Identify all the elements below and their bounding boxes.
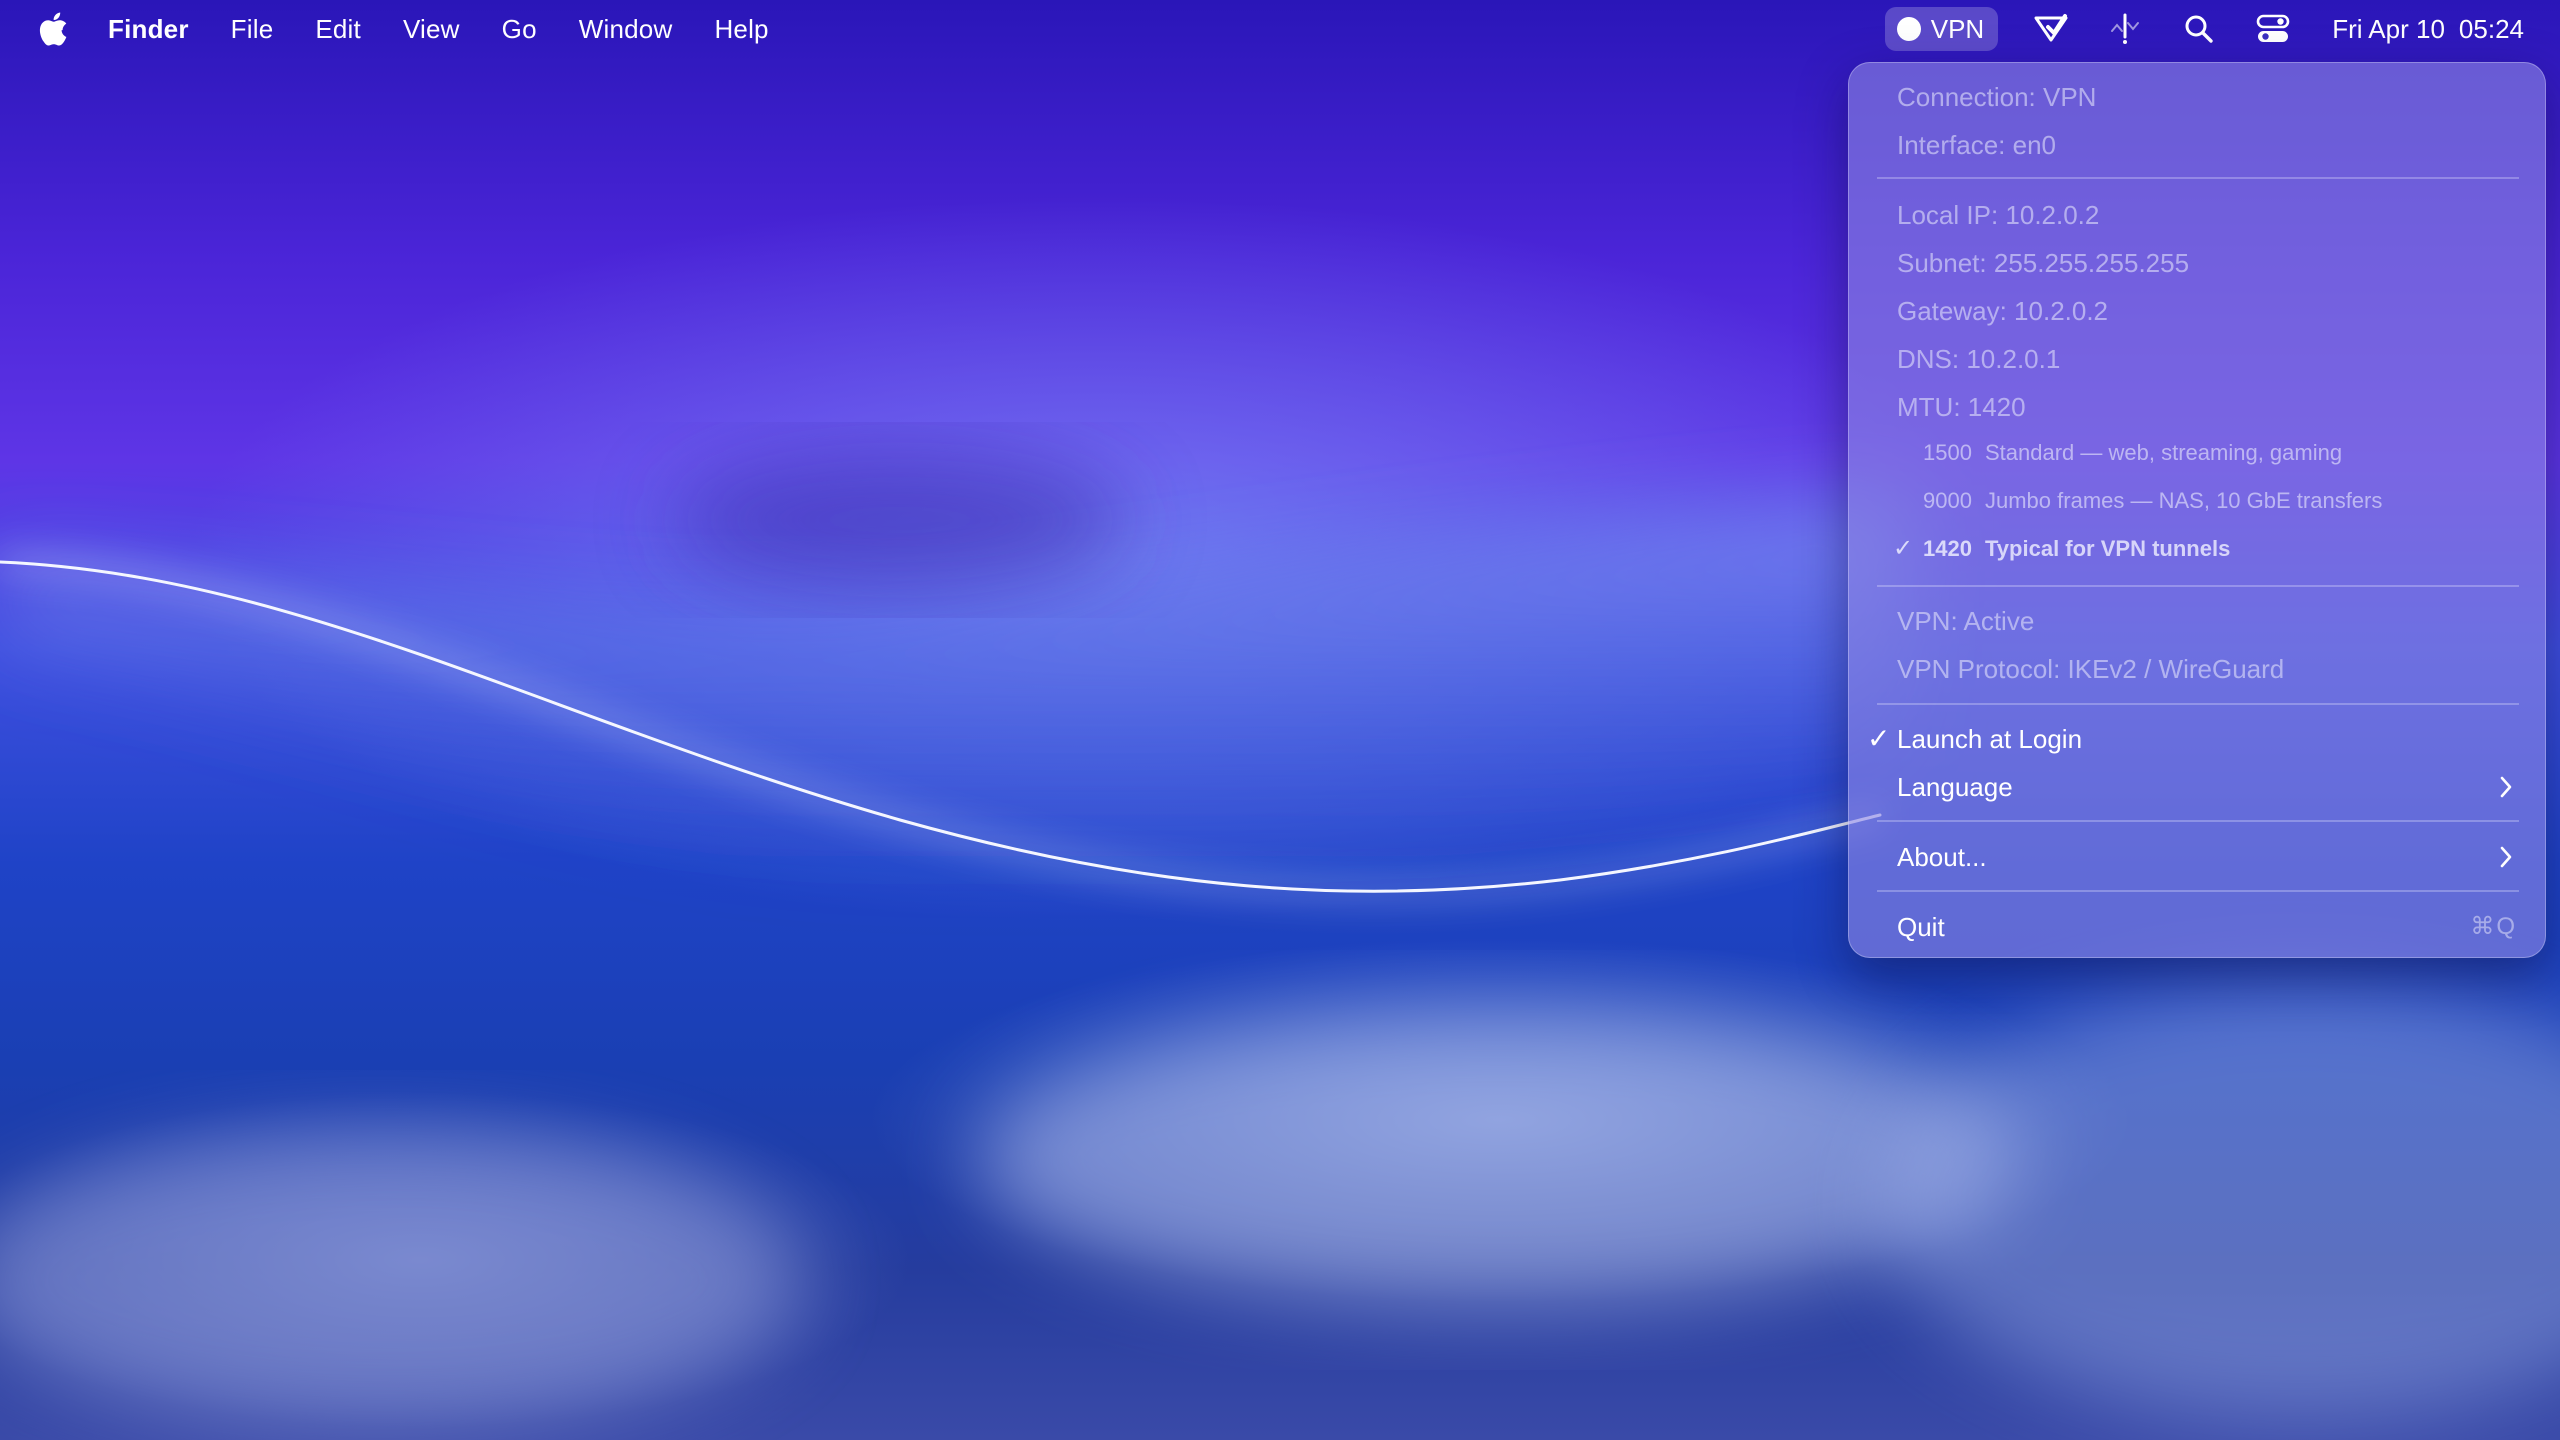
- clock-date: Fri Apr 10: [2332, 13, 2445, 44]
- language-label: Language: [1897, 771, 2013, 802]
- menu-help[interactable]: Help: [714, 14, 768, 45]
- about-label: About...: [1897, 841, 1987, 872]
- vpn-status-label: VPN: [1930, 13, 1985, 44]
- menu-file[interactable]: File: [231, 14, 274, 45]
- mtu-option-value: 1420: [1923, 536, 1972, 561]
- menu-bar-clock[interactable]: Fri Apr 10 05:24: [2332, 14, 2524, 45]
- subnet-info: Subnet: 255.255.255.255: [1897, 247, 2190, 278]
- menu-separator: [1877, 890, 2519, 892]
- local-ip-info: Local IP: 10.2.0.2: [1897, 199, 2100, 230]
- language-submenu-item[interactable]: Language: [1897, 764, 2521, 810]
- menu-window[interactable]: Window: [579, 14, 673, 45]
- gateway-info: Gateway: 10.2.0.2: [1897, 295, 2109, 326]
- quit-label: Quit: [1897, 911, 1945, 942]
- network-activity-icon[interactable]: [2103, 7, 2147, 51]
- menu-bar-status-area: VPN Fri Apr 10 05:24: [1884, 0, 2560, 58]
- menu-app-finder[interactable]: Finder: [108, 14, 189, 45]
- quit-shortcut: ⌘Q: [2470, 913, 2517, 940]
- chevron-right-icon: [2491, 772, 2521, 802]
- mtu-option-value: 1500: [1923, 440, 1972, 465]
- checkmark-icon: ✓: [1867, 723, 1891, 754]
- menu-separator: [1877, 177, 2519, 179]
- dns-info: DNS: 10.2.0.1: [1897, 343, 2061, 374]
- mtu-option-1500[interactable]: 1500 Standard — web, streaming, gaming: [1923, 430, 2521, 476]
- menu-separator: [1877, 703, 2519, 705]
- menu-separator: [1877, 585, 2519, 587]
- vpn-toggle-dot-icon: [1896, 17, 1921, 41]
- launch-at-login-item[interactable]: ✓ Launch at Login: [1867, 716, 2521, 762]
- mtu-option-value: 9000: [1923, 488, 1972, 513]
- mtu-option-description: Jumbo frames — NAS, 10 GbE transfers: [1985, 488, 2383, 513]
- menu-go[interactable]: Go: [502, 14, 537, 45]
- menu-bar-left: Finder File Edit View Go Window Help: [0, 0, 811, 58]
- vpn-status-item[interactable]: VPN: [1884, 7, 1999, 51]
- vpn-active-info: VPN: Active: [1897, 605, 2035, 636]
- mtu-info: MTU: 1420: [1897, 391, 2026, 422]
- mtu-option-description: Standard — web, streaming, gaming: [1985, 440, 2343, 465]
- launch-at-login-label: Launch at Login: [1897, 723, 2083, 754]
- apple-logo-icon[interactable]: [38, 10, 70, 48]
- vpn-shield-check-icon[interactable]: [2029, 7, 2073, 51]
- quit-item[interactable]: Quit ⌘Q: [1897, 904, 2521, 950]
- chevron-right-icon: [2491, 842, 2521, 872]
- about-submenu-item[interactable]: About...: [1897, 834, 2521, 880]
- checkmark-icon: ✓: [1893, 535, 1914, 562]
- menu-separator: [1877, 820, 2519, 822]
- control-center-icon[interactable]: [2251, 7, 2295, 51]
- menu-bar: Finder File Edit View Go Window Help VPN: [0, 0, 2560, 58]
- menu-edit[interactable]: Edit: [315, 14, 361, 45]
- mtu-option-9000[interactable]: 9000 Jumbo frames — NAS, 10 GbE transfer…: [1923, 478, 2521, 524]
- search-icon[interactable]: [2177, 7, 2221, 51]
- vpn-protocol-info: VPN Protocol: IKEv2 / WireGuard: [1897, 653, 2285, 684]
- mtu-option-description: Typical for VPN tunnels: [1985, 536, 2231, 561]
- clock-time: 05:24: [2458, 13, 2524, 44]
- interface-info: Interface: en0: [1897, 129, 2056, 160]
- connection-info: Connection: VPN: [1897, 81, 2097, 112]
- vpn-status-menu: Connection: VPN Interface: en0 Local IP:…: [1848, 62, 2546, 958]
- mtu-option-1420[interactable]: ✓ 1420 Typical for VPN tunnels: [1893, 526, 2521, 572]
- menu-view[interactable]: View: [403, 14, 460, 45]
